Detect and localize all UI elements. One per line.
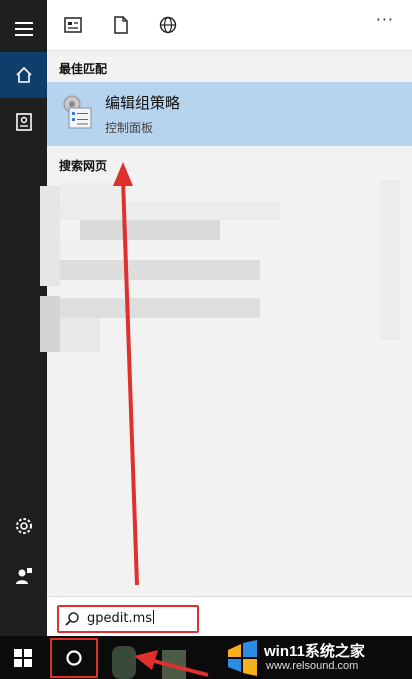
apps-filter-icon (64, 17, 82, 33)
pixel-block (112, 646, 136, 679)
best-match-result[interactable]: 编辑组策略 控制面板 (47, 82, 412, 146)
settings-gear-icon (15, 518, 32, 534)
filter-toolbar: ··· (47, 0, 412, 51)
best-match-subtitle: 控制面板 (105, 121, 154, 135)
notebook-button[interactable] (0, 99, 47, 145)
hamburger-menu-icon (14, 22, 33, 36)
watermark-url: www.relsound.com (266, 660, 359, 672)
watermark-logo: win11系统之家 www.relsound.com (220, 638, 412, 679)
notebook-icon (15, 113, 32, 131)
taskbar-apps-blurred (104, 640, 204, 679)
pixel-block (80, 220, 220, 240)
pixel-block (40, 186, 60, 286)
best-match-title: 编辑组策略 (105, 94, 181, 112)
pixel-block (60, 318, 100, 352)
home-icon (15, 66, 32, 83)
windows-start-icon (14, 648, 32, 667)
pixel-block (162, 650, 186, 679)
web-search-heading: 搜索网页 (59, 159, 108, 173)
search-magnifier-icon (65, 612, 79, 626)
feedback-button[interactable] (0, 553, 47, 599)
documents-filter-icon (114, 16, 128, 34)
more-options-button[interactable]: ··· (376, 10, 394, 29)
cortana-circle-icon (66, 650, 82, 666)
pixel-block (60, 240, 120, 258)
start-button[interactable] (0, 636, 46, 679)
search-input[interactable]: gpedit.ms (57, 605, 199, 633)
home-button[interactable] (0, 52, 47, 98)
hamburger-menu-button[interactable] (0, 6, 47, 52)
win11-logo-icon (228, 640, 257, 676)
search-box-row: gpedit.ms (47, 596, 412, 637)
pixel-block (60, 182, 120, 202)
web-filter-button[interactable] (155, 12, 181, 38)
documents-filter-button[interactable] (108, 12, 134, 38)
pixel-block (60, 202, 280, 220)
watermark-name: win11系统之家 (264, 643, 365, 660)
apps-filter-button[interactable] (60, 12, 86, 38)
search-input-text: gpedit.ms (87, 611, 153, 626)
search-results-panel: ··· 最佳匹配 编辑组策略 控制面板 搜索网页 (40, 0, 412, 636)
group-policy-editor-icon (61, 94, 95, 130)
settings-button[interactable] (0, 503, 47, 549)
pixel-block (40, 296, 60, 352)
pixel-block (60, 260, 260, 280)
feedback-person-icon (15, 568, 32, 584)
taskbar: win11系统之家 www.relsound.com (0, 636, 412, 679)
web-filter-icon (159, 16, 177, 34)
cortana-button[interactable] (50, 638, 98, 678)
best-match-heading: 最佳匹配 (59, 62, 108, 76)
pixel-block (380, 180, 400, 340)
pixel-block (60, 298, 260, 318)
